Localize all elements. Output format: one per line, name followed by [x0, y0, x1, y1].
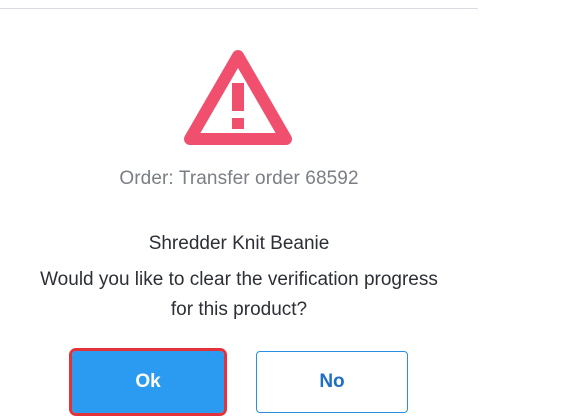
- top-divider: [0, 8, 478, 9]
- confirmation-question: Would you like to clear the verification…: [40, 269, 438, 320]
- no-button[interactable]: No: [256, 351, 408, 413]
- warning-triangle-icon: [184, 50, 292, 145]
- product-name: Shredder Knit Beanie: [148, 233, 330, 254]
- ok-button[interactable]: Ok: [69, 348, 227, 416]
- ok-button-label: Ok: [135, 371, 161, 392]
- order-label: Order: Transfer order 68592: [119, 168, 359, 189]
- no-button-label: No: [319, 371, 345, 392]
- confirmation-dialog: Order: Transfer order 68592 Shredder Kni…: [0, 0, 585, 418]
